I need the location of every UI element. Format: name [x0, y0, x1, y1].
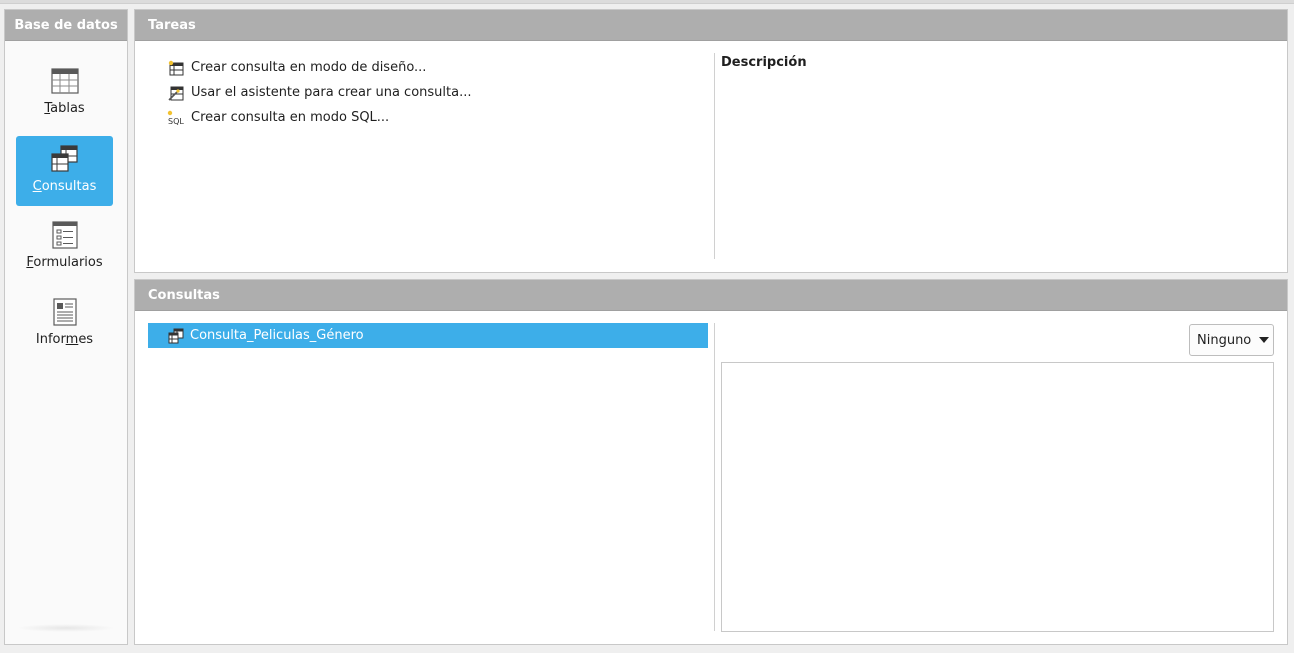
task-label: Crear consulta en modo de diseño... — [191, 60, 427, 75]
queries-header: Consultas — [135, 280, 1287, 311]
database-sidebar: Base de datos Tablas Consultas Formulari… — [4, 9, 128, 645]
query-icon — [50, 144, 79, 174]
svg-text:SQL: SQL — [168, 117, 184, 126]
task-label: Usar el asistente para crear una consult… — [191, 85, 472, 100]
sidebar-header: Base de datos — [5, 10, 127, 41]
sidebar-item-label: Informes — [35, 332, 94, 347]
tasks-divider — [714, 53, 715, 259]
tasks-panel: Tareas Crear consulta en modo de diseño.… — [134, 9, 1288, 273]
tasks-header: Tareas — [135, 10, 1287, 41]
sidebar-item-label: Tablas — [44, 101, 85, 116]
queries-panel: Consultas Consulta_Peliculas_Género Ning… — [134, 279, 1288, 645]
sidebar-item-label: Formularios — [26, 255, 103, 270]
chevron-down-icon — [1259, 337, 1270, 343]
report-icon — [51, 297, 79, 327]
task-design-query[interactable]: Crear consulta en modo de diseño... — [167, 55, 471, 80]
sql-icon: SQL — [167, 109, 185, 127]
task-sql-query[interactable]: SQL Crear consulta en modo SQL... — [167, 105, 471, 130]
table-icon — [50, 66, 79, 96]
sidebar-item-formularios[interactable]: Formularios — [16, 212, 113, 282]
preview-area — [721, 362, 1274, 632]
design-query-icon — [167, 59, 185, 77]
sidebar-item-tablas[interactable]: Tablas — [16, 58, 113, 128]
task-label: Crear consulta en modo SQL... — [191, 110, 390, 125]
preview-mode-value: Ninguno — [1197, 332, 1252, 348]
sidebar-item-consultas[interactable]: Consultas — [16, 136, 113, 206]
queries-divider — [714, 323, 715, 631]
top-border — [0, 0, 1294, 4]
sidebar-item-informes[interactable]: Informes — [16, 289, 113, 359]
sidebar-item-label: Consultas — [32, 179, 97, 194]
form-icon — [51, 220, 79, 250]
description-title: Descripción — [721, 55, 807, 70]
sidebar-scroll-fade — [17, 624, 115, 632]
task-wizard-query[interactable]: Usar el asistente para crear una consult… — [167, 80, 471, 105]
query-name: Consulta_Peliculas_Género — [190, 328, 364, 343]
query-icon — [168, 328, 184, 344]
wizard-icon — [167, 84, 185, 102]
list-item[interactable]: Consulta_Peliculas_Género — [148, 323, 708, 348]
preview-mode-dropdown[interactable]: Ninguno — [1189, 324, 1274, 356]
task-list: Crear consulta en modo de diseño... Usar… — [167, 55, 471, 130]
